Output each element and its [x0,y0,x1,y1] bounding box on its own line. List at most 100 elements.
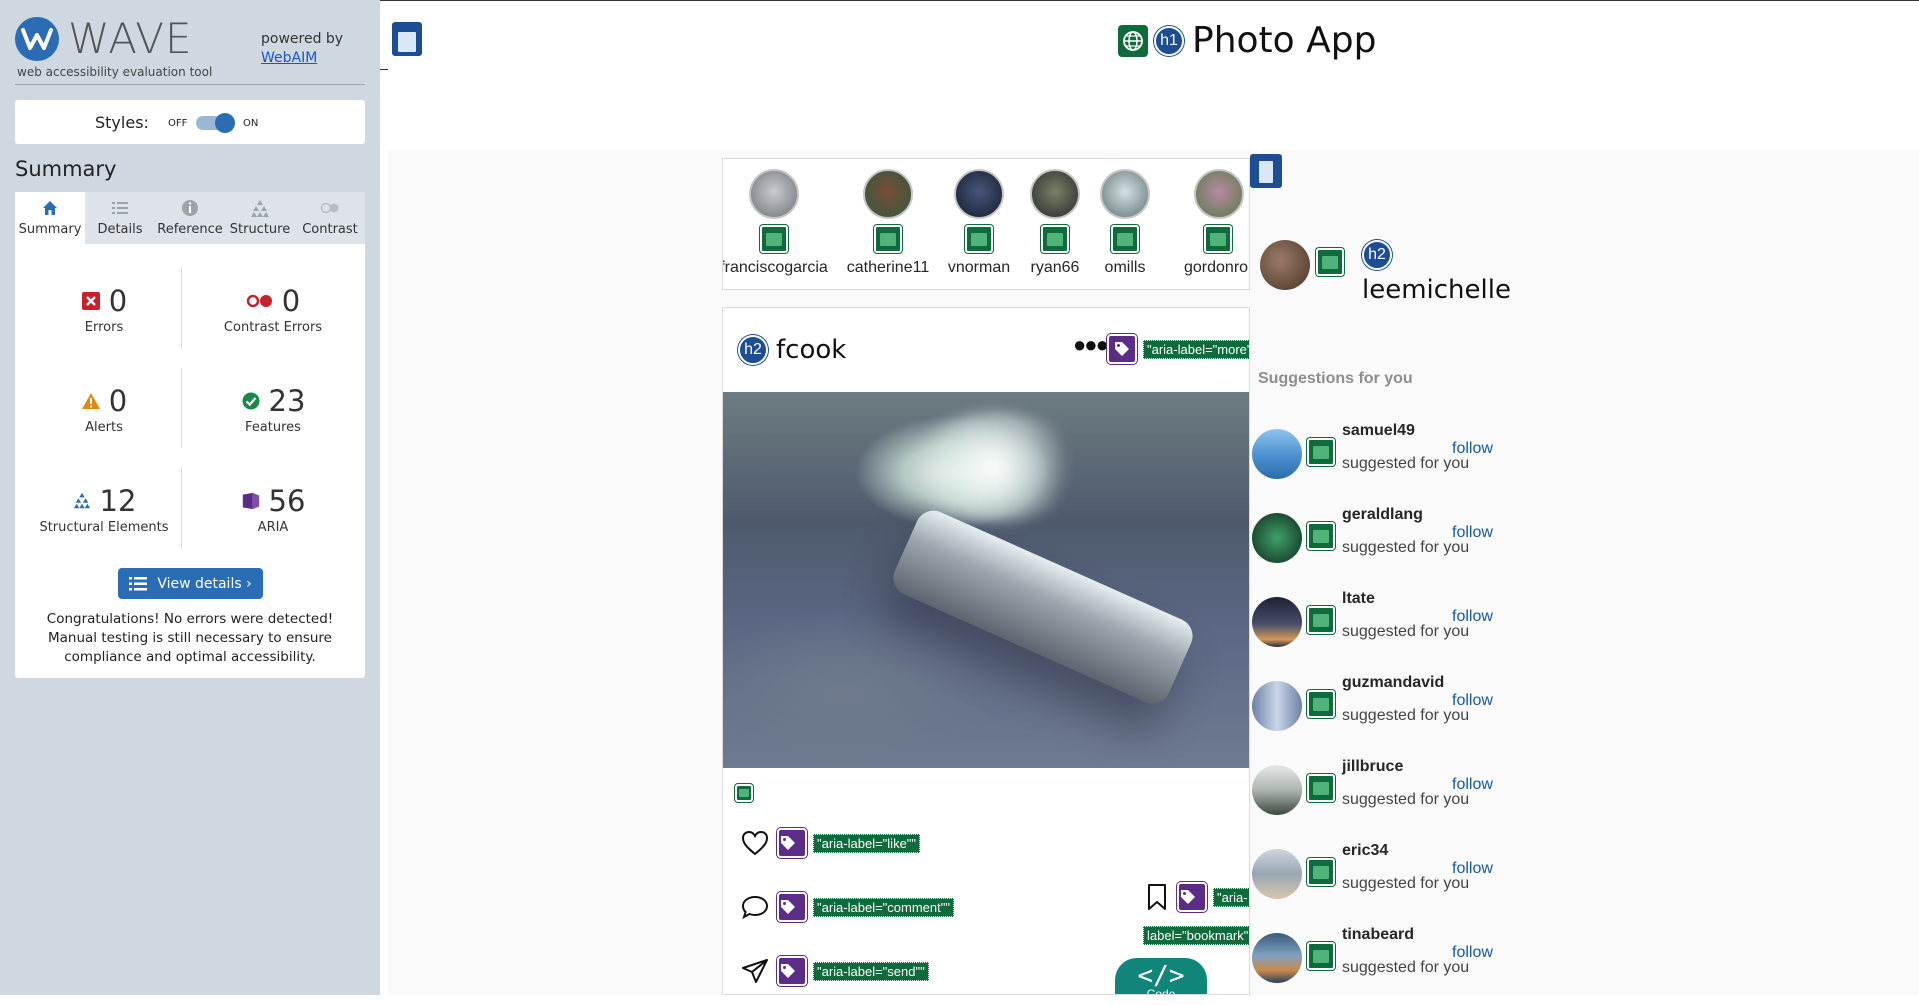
suggestion-username[interactable]: samuel49 [1342,422,1415,440]
stat-alerts[interactable]: 0 Alerts [29,384,179,435]
suggestion-subtitle: suggested for you [1342,707,1470,724]
bookmark-action[interactable]: "aria- [1145,882,1249,912]
congrats-message: Congratulations! No errors were detected… [46,611,334,665]
suggestion-avatar[interactable] [1252,513,1302,563]
wave-landmark-icon[interactable] [392,22,422,56]
follow-button[interactable]: follow [1452,440,1493,458]
stat-divider [181,268,182,348]
story-item[interactable]: gordonro [1166,169,1249,277]
post-photo[interactable] [723,392,1249,768]
view-details-button[interactable]: View details › [118,568,263,599]
suggestion-username[interactable]: geraldlang [1342,506,1423,524]
tab-label: Details [97,222,143,237]
like-action[interactable]: "aria-label="like"" [741,828,921,858]
image-alt-icon [1307,690,1335,718]
suggestion-avatar[interactable] [1252,849,1302,899]
stat-contrast-errors[interactable]: 0 Contrast Errors [198,284,348,335]
tab-structure[interactable]: Structure [225,192,295,244]
send-action[interactable]: "aria-label="send"" [741,956,929,986]
suggestion-username[interactable]: jillbruce [1342,758,1403,776]
powered-by: powered by WebAIM [261,30,343,68]
image-alt-icon [1307,774,1335,802]
features-label: Features [245,420,301,435]
stat-aria[interactable]: 56 ARIA [198,484,348,535]
suggestion-subtitle: suggested for you [1342,875,1470,892]
aria-tag-icon [777,956,807,986]
header-divider [15,84,365,85]
stat-errors[interactable]: 0 Errors [29,284,179,335]
more-options-icon[interactable]: ●●● [1073,332,1109,358]
suggestion-username[interactable]: ltate [1342,590,1375,608]
story-avatar [1100,169,1150,219]
wave-wordmark: WAVE [68,14,193,63]
suggestion-avatar[interactable] [1252,429,1302,479]
post-header: h2 fcook [738,335,846,365]
suggestion-item: eric34 suggested for you follow [1250,837,1550,921]
aria-tag-icon [1107,334,1137,364]
follow-button[interactable]: follow [1452,944,1493,962]
aria-label-annotation: "aria- [1213,887,1249,907]
styles-toggle[interactable] [196,113,235,133]
tab-reference[interactable]: Reference [155,192,225,244]
errors-count: 0 [108,284,128,318]
suggestion-subtitle: suggested for you [1342,455,1470,472]
suggestion-subtitle: suggested for you [1342,959,1470,976]
image-alt-icon [1307,942,1335,970]
image-alt-icon [760,225,788,253]
suggestion-item: jillbruce suggested for you follow [1250,753,1550,837]
tab-label: Summary [18,222,82,237]
image-alt-icon [1316,248,1344,276]
suggestion-username[interactable]: eric34 [1342,842,1388,860]
app-title: Photo App [1192,20,1377,61]
contrast-errors-count: 0 [281,284,301,318]
comment-icon [741,895,769,920]
info-icon [182,200,198,216]
comment-action[interactable]: "aria-label="comment"" [741,892,954,922]
tab-contrast[interactable]: Contrast [295,192,365,244]
wave-logo-icon [15,17,59,61]
more-aria-annotation: "aria-label="more" [1107,334,1249,364]
follow-button[interactable]: follow [1452,860,1493,878]
story-item[interactable]: franciscogarcia [723,169,829,277]
follow-button[interactable]: follow [1452,692,1493,710]
follow-button[interactable]: follow [1452,776,1493,794]
story-avatar [1194,169,1244,219]
suggestion-avatar[interactable] [1252,933,1302,983]
follow-button[interactable]: follow [1452,608,1493,626]
profile-row [1260,240,1344,290]
suggestion-subtitle: suggested for you [1342,539,1470,556]
suggestion-subtitle: suggested for you [1342,623,1470,640]
code-button[interactable]: </> Code [1115,958,1207,994]
webaim-link[interactable]: WebAIM [261,49,343,68]
story-item[interactable]: omills [1070,169,1180,277]
image-alt-icon [1307,858,1335,886]
tab-label: Reference [157,222,223,237]
contrast-errors-label: Contrast Errors [223,320,323,335]
image-alt-icon [1111,225,1139,253]
suggestion-username[interactable]: guzmandavid [1342,674,1444,692]
profile-avatar[interactable] [1260,240,1310,290]
stat-features[interactable]: 23 Features [198,384,348,435]
post-username[interactable]: fcook [776,335,846,365]
suggestion-username[interactable]: tinabeard [1342,926,1414,944]
image-alt-icon [735,784,753,802]
suggestion-avatar[interactable] [1252,765,1302,815]
styles-on-label: ON [243,118,259,129]
suggestion-item: samuel49 suggested for you follow [1250,417,1550,501]
wave-landmark-icon[interactable] [1250,154,1282,188]
suggestion-item: guzmandavid suggested for you follow [1250,669,1550,753]
suggestions-heading: Suggestions for you [1258,370,1413,387]
suggestion-avatar[interactable] [1252,597,1302,647]
powered-by-text: powered by [261,31,344,47]
aria-tag-icon [777,892,807,922]
styles-toggle-box: Styles: OFF ON [15,100,365,144]
stat-structural[interactable]: 12 Structural Elements [29,484,179,535]
tab-details[interactable]: Details [85,192,155,244]
follow-button[interactable]: follow [1452,524,1493,542]
suggestion-avatar[interactable] [1252,681,1302,731]
wave-subtitle: web accessibility evaluation tool [17,65,213,79]
toggle-knob [215,113,235,133]
image-alt-icon [1204,225,1232,253]
profile-username[interactable]: leemichelle [1362,275,1511,305]
tab-summary[interactable]: Summary [15,192,85,244]
